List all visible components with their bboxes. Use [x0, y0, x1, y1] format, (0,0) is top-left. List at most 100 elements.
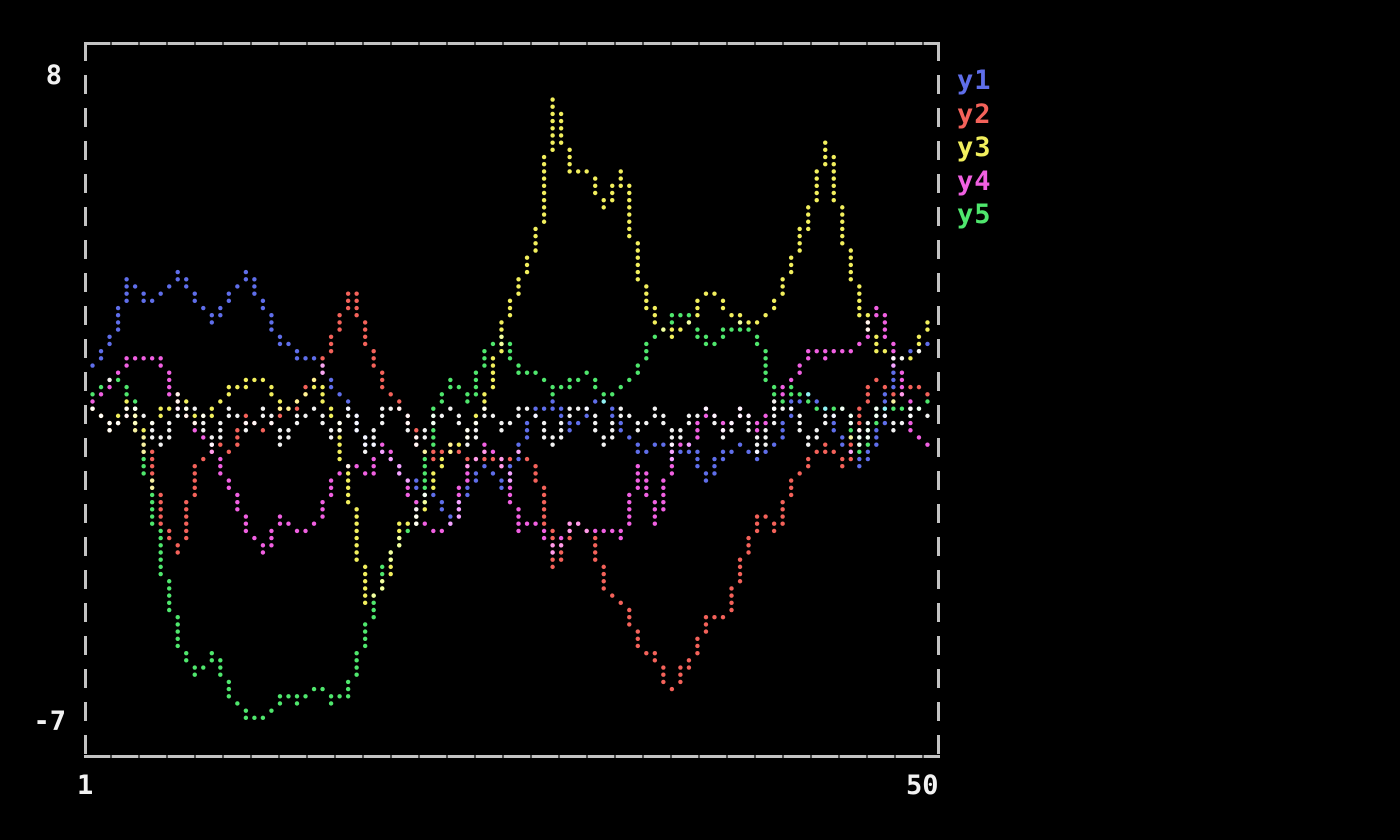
- data-dot: [619, 529, 623, 533]
- data-dot: [346, 291, 350, 295]
- data-dot: [644, 291, 648, 295]
- data-dot: [780, 522, 784, 526]
- data-dot: [218, 658, 222, 662]
- data-dot: [780, 392, 784, 396]
- data-dot: [397, 406, 401, 410]
- data-dot: [124, 392, 128, 396]
- data-dot: [158, 493, 162, 497]
- data-dot: [891, 342, 895, 346]
- data-dot: [312, 687, 316, 691]
- data-dot: [261, 428, 265, 432]
- data-dot: [363, 586, 367, 590]
- data-dot: [533, 234, 537, 238]
- data-dot: [636, 644, 640, 648]
- data-dot: [354, 673, 358, 677]
- data-dot: [567, 155, 571, 159]
- data-dot: [542, 529, 546, 533]
- data-dot: [482, 406, 486, 410]
- legend-item-y3: y3: [957, 131, 992, 165]
- data-dot: [244, 708, 248, 712]
- data-dot: [849, 270, 853, 274]
- data-dot: [550, 126, 554, 130]
- data-dot: [499, 464, 503, 468]
- data-dot: [925, 327, 929, 331]
- data-dot: [550, 97, 554, 101]
- data-dot: [124, 406, 128, 410]
- data-dot: [627, 522, 631, 526]
- data-dot: [346, 471, 350, 475]
- data-dot: [261, 716, 265, 720]
- data-dot: [431, 450, 435, 454]
- data-dot: [210, 442, 214, 446]
- data-dot: [218, 421, 222, 425]
- data-dot: [193, 673, 197, 677]
- data-dot: [874, 335, 878, 339]
- data-dot: [627, 608, 631, 612]
- data-dot: [354, 428, 358, 432]
- data-dot: [840, 349, 844, 353]
- data-dot: [210, 658, 214, 662]
- data-dot: [363, 593, 367, 597]
- data-dot: [201, 665, 205, 669]
- data-dot: [832, 184, 836, 188]
- data-dot: [346, 464, 350, 468]
- data-dot: [261, 299, 265, 303]
- data-dot: [354, 464, 358, 468]
- data-dot: [329, 478, 333, 482]
- data-dot: [849, 450, 853, 454]
- data-dot: [150, 522, 154, 526]
- data-dot: [312, 378, 316, 382]
- data-dot: [874, 435, 878, 439]
- data-dot: [363, 450, 367, 454]
- data-dot: [729, 608, 733, 612]
- data-dot: [849, 414, 853, 418]
- data-dot: [874, 342, 878, 346]
- data-dot: [431, 421, 435, 425]
- data-dot: [482, 414, 486, 418]
- data-dot: [627, 500, 631, 504]
- data-dot: [389, 450, 393, 454]
- data-dot: [482, 450, 486, 454]
- data-dot: [780, 277, 784, 281]
- data-dot: [124, 399, 128, 403]
- data-dot: [627, 514, 631, 518]
- data-dot: [150, 464, 154, 468]
- data-dot: [891, 356, 895, 360]
- data-dot: [823, 450, 827, 454]
- data-dot: [550, 536, 554, 540]
- data-dot: [124, 356, 128, 360]
- data-dot: [550, 529, 554, 533]
- data-dot: [738, 327, 742, 331]
- data-dot: [550, 133, 554, 137]
- data-dot: [99, 392, 103, 396]
- data-dot: [491, 371, 495, 375]
- data-dot: [661, 327, 665, 331]
- data-dot: [363, 442, 367, 446]
- legend-item-y4: y4: [957, 165, 992, 199]
- data-dot: [158, 500, 162, 504]
- data-dot: [252, 291, 256, 295]
- data-dot: [516, 363, 520, 367]
- data-dot: [380, 371, 384, 375]
- data-dot: [653, 522, 657, 526]
- data-dot: [516, 406, 520, 410]
- data-dot: [431, 478, 435, 482]
- data-dot: [448, 385, 452, 389]
- data-dot: [908, 356, 912, 360]
- data-dot: [576, 522, 580, 526]
- data-dot: [371, 356, 375, 360]
- data-dot: [900, 356, 904, 360]
- data-dot: [423, 435, 427, 439]
- data-dot: [670, 442, 674, 446]
- data-dot: [925, 392, 929, 396]
- data-dot: [704, 622, 708, 626]
- data-dot: [670, 435, 674, 439]
- data-dot: [303, 392, 307, 396]
- data-dot: [303, 356, 307, 360]
- data-dot: [627, 615, 631, 619]
- data-dot: [763, 363, 767, 367]
- data-dot: [780, 507, 784, 511]
- data-dot: [184, 500, 188, 504]
- data-dot: [474, 378, 478, 382]
- data-dot: [303, 385, 307, 389]
